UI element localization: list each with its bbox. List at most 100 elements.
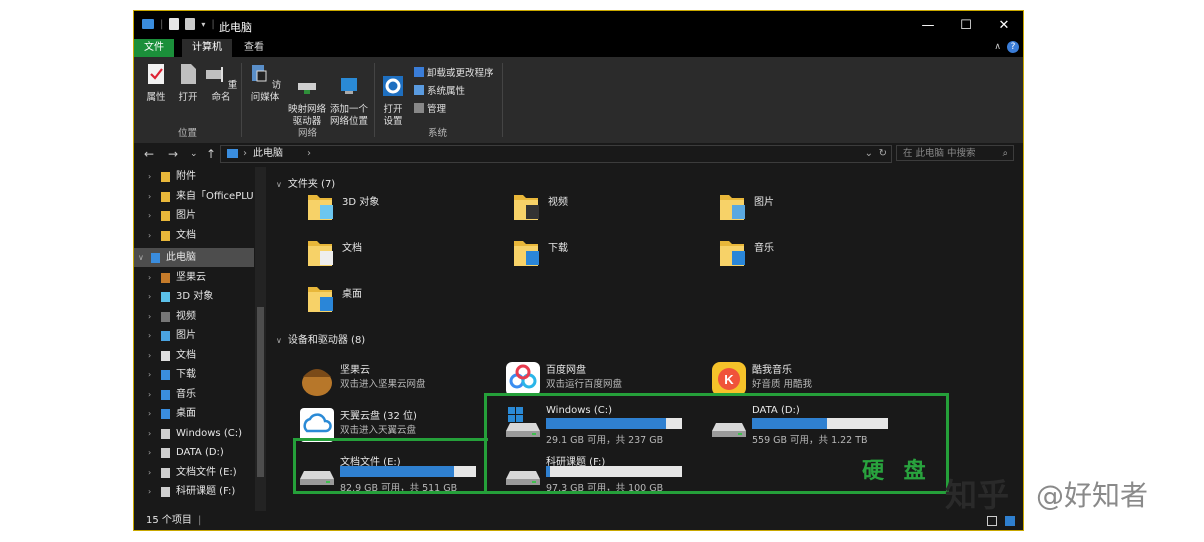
sidebar-item[interactable]: › 文档 bbox=[134, 226, 254, 245]
download-icon bbox=[161, 370, 170, 380]
tab-file[interactable]: 文件 bbox=[134, 39, 174, 57]
expand-chevron-icon[interactable]: › bbox=[148, 167, 151, 186]
forward-button[interactable]: → bbox=[168, 147, 178, 161]
expand-chevron-icon[interactable]: › bbox=[148, 268, 151, 287]
sidebar-item[interactable]: › 坚果云 bbox=[134, 268, 254, 287]
address-dropdown-icon[interactable]: ⌄ bbox=[865, 146, 873, 162]
sidebar-item[interactable]: › 3D 对象 bbox=[134, 287, 254, 306]
expand-chevron-icon[interactable]: › bbox=[148, 365, 151, 384]
sidebar-item-label: 图片 bbox=[176, 330, 196, 341]
sidebar-item[interactable]: › 下载 bbox=[134, 365, 254, 384]
drive-icon bbox=[161, 487, 170, 497]
quick-access-toolbar: | ▾ | bbox=[142, 18, 215, 30]
sidebar-item[interactable]: › Windows (C:) bbox=[134, 424, 254, 443]
sidebar-item[interactable]: ∨ 此电脑 bbox=[134, 248, 254, 267]
expand-chevron-icon[interactable]: › bbox=[148, 385, 151, 404]
expand-chevron-icon[interactable]: › bbox=[148, 206, 151, 225]
sidebar-item[interactable]: › 来自「OfficePLU bbox=[134, 187, 254, 206]
manage-link[interactable]: 管理 bbox=[414, 101, 446, 115]
search-icon[interactable]: ⌕ bbox=[1003, 146, 1008, 162]
sidebar-item[interactable]: › 文档文件 (E:) bbox=[134, 463, 254, 482]
expand-chevron-icon[interactable]: › bbox=[148, 326, 151, 345]
map-network-drive-button[interactable]: 映射网络 驱动器 bbox=[286, 63, 328, 128]
properties-button[interactable]: 属性 bbox=[142, 63, 170, 104]
large-icons-view-icon[interactable] bbox=[1005, 516, 1015, 526]
system-properties-link[interactable]: 系统属性 bbox=[414, 83, 465, 97]
expand-chevron-icon[interactable]: › bbox=[148, 307, 151, 326]
expand-chevron-icon[interactable]: › bbox=[148, 346, 151, 365]
address-box[interactable]: › 此电脑 › ⌄ ↻ bbox=[220, 145, 892, 163]
sidebar-item-label: 科研课题 (F:) bbox=[176, 486, 236, 497]
hard-drive-annotation: 硬 盘 bbox=[862, 459, 932, 484]
rename-button[interactable]: 重命名 bbox=[204, 63, 238, 104]
expand-chevron-icon[interactable]: › bbox=[148, 463, 151, 482]
sidebar-item-label: DATA (D:) bbox=[176, 447, 224, 458]
open-settings-button[interactable]: 打开 设置 bbox=[378, 63, 408, 128]
folder-item[interactable]: 下载 bbox=[512, 235, 712, 275]
sidebar-item-label: 坚果云 bbox=[176, 271, 206, 283]
minimize-button[interactable]: — bbox=[909, 11, 947, 39]
maximize-button[interactable]: ☐ bbox=[947, 11, 985, 39]
download-folder-icon bbox=[514, 241, 539, 266]
devices-section-header[interactable]: ∨ 设备和驱动器 (8) bbox=[276, 331, 365, 346]
add-network-location-button[interactable]: 添加一个 网络位置 bbox=[328, 63, 370, 128]
sidebar-item[interactable]: › 文档 bbox=[134, 346, 254, 365]
folder-item[interactable]: 视频 bbox=[512, 189, 712, 229]
search-input[interactable]: 在 此电脑 中搜索 ⌕ bbox=[896, 145, 1014, 161]
folder-label: 桌面 bbox=[342, 289, 362, 300]
sidebar-item-label: 文档 bbox=[176, 349, 196, 361]
app-device-item[interactable]: 坚果云 双击进入坚果云网盘 bbox=[298, 359, 498, 403]
folder-item[interactable]: 文档 bbox=[306, 235, 506, 275]
device-description: 双击进入天翼云盘 bbox=[340, 425, 417, 436]
sidebar-item-label: 3D 对象 bbox=[176, 291, 214, 302]
baidu-netdisk-icon bbox=[506, 362, 540, 396]
breadcrumb[interactable]: 此电脑 bbox=[253, 146, 283, 162]
sidebar-item-label: 下载 bbox=[176, 369, 196, 380]
sidebar-item[interactable]: › 视频 bbox=[134, 307, 254, 326]
expand-chevron-icon[interactable]: › bbox=[148, 226, 151, 245]
up-button[interactable]: ↑ bbox=[206, 147, 216, 161]
open-button[interactable]: 打开 bbox=[174, 63, 202, 104]
access-media-button[interactable]: 访问媒体 bbox=[244, 63, 286, 104]
back-button[interactable]: ← bbox=[144, 147, 154, 161]
sidebar-item[interactable]: › 音乐 bbox=[134, 385, 254, 404]
expand-chevron-icon[interactable]: › bbox=[148, 443, 151, 462]
tab-computer[interactable]: 计算机 bbox=[182, 39, 232, 57]
tab-view[interactable]: 查看 bbox=[234, 39, 274, 57]
expand-chevron-icon[interactable]: › bbox=[148, 187, 151, 206]
folder-item[interactable]: 音乐 bbox=[718, 235, 918, 275]
recent-locations-icon[interactable]: ⌄ bbox=[190, 149, 198, 159]
rename-icon bbox=[205, 67, 223, 82]
expand-chevron-icon[interactable]: ∨ bbox=[138, 248, 144, 267]
video-icon bbox=[161, 311, 170, 322]
sidebar-item[interactable]: › 图片 bbox=[134, 206, 254, 225]
details-view-icon[interactable] bbox=[987, 516, 997, 526]
new-folder-icon[interactable] bbox=[185, 18, 196, 30]
help-icon[interactable]: ? bbox=[1007, 41, 1019, 53]
sidebar-item[interactable]: › DATA (D:) bbox=[134, 443, 254, 462]
collapse-ribbon-icon[interactable]: ∧ bbox=[994, 42, 1001, 52]
expand-chevron-icon[interactable]: › bbox=[148, 482, 151, 501]
properties-icon[interactable] bbox=[169, 18, 180, 30]
expand-chevron-icon[interactable]: › bbox=[148, 424, 151, 443]
expand-chevron-icon[interactable]: › bbox=[148, 287, 151, 306]
nav-scrollbar[interactable] bbox=[255, 167, 266, 511]
sidebar-item[interactable]: › 附件 bbox=[134, 167, 254, 186]
uninstall-programs-link[interactable]: 卸载或更改程序 bbox=[414, 65, 494, 79]
folders-section-header[interactable]: ∨ 文件夹 (7) bbox=[276, 175, 335, 190]
sidebar-item[interactable]: › 桌面 bbox=[134, 404, 254, 423]
manage-icon bbox=[414, 103, 424, 113]
close-button[interactable]: ✕ bbox=[985, 11, 1023, 39]
refresh-icon[interactable]: ↻ bbox=[879, 146, 887, 162]
sidebar-item[interactable]: › 科研课题 (F:) bbox=[134, 482, 254, 501]
folder-item[interactable]: 3D 对象 bbox=[306, 189, 506, 229]
media-server-icon bbox=[251, 65, 267, 82]
folder-item[interactable]: 图片 bbox=[718, 189, 918, 229]
folder-icon bbox=[161, 211, 170, 221]
folder-item[interactable]: 桌面 bbox=[306, 281, 506, 321]
expand-chevron-icon[interactable]: › bbox=[148, 404, 151, 423]
nav-scrollbar-thumb[interactable] bbox=[257, 307, 264, 477]
sidebar-item[interactable]: › 图片 bbox=[134, 326, 254, 345]
drive-icon bbox=[161, 467, 170, 478]
customize-dropdown-icon[interactable]: ▾ bbox=[201, 20, 205, 29]
